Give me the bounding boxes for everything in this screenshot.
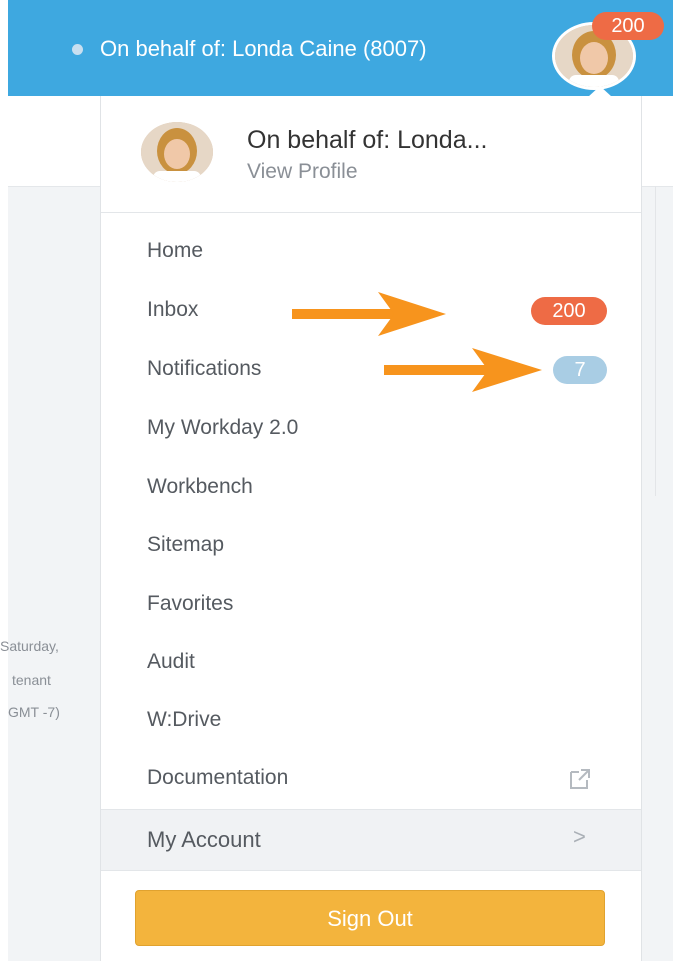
- background-text-line3: GMT -7): [8, 704, 60, 720]
- view-profile-link[interactable]: View Profile: [247, 160, 358, 184]
- my-account-label: My Account: [147, 827, 261, 852]
- on-behalf-label[interactable]: On behalf of: Londa Caine (8007): [100, 36, 427, 62]
- account-dropdown-menu: On behalf of: Londa... View Profile Home…: [100, 96, 642, 961]
- menu-item-label: Notifications: [147, 357, 262, 380]
- menu-item-home[interactable]: Home: [101, 227, 641, 277]
- left-strip: [0, 0, 8, 961]
- background-text-line2: tenant: [12, 672, 51, 688]
- menu-item-label: Documentation: [147, 766, 289, 789]
- profile-name: On behalf of: Londa...: [247, 126, 488, 154]
- chevron-right-icon: >: [573, 824, 586, 849]
- background-text-line1: Saturday,: [0, 638, 59, 654]
- menu-item-label: Workbench: [147, 475, 253, 498]
- menu-item-label: Home: [147, 239, 204, 262]
- menu-item-label: W:Drive: [147, 708, 222, 731]
- menu-item-notifications[interactable]: Notifications 7: [101, 345, 641, 395]
- orange-arrow-notifications-icon: [384, 348, 542, 392]
- menu-item-label: Favorites: [147, 592, 234, 615]
- menu-item-audit[interactable]: Audit: [101, 638, 641, 688]
- menu-item-my-workday[interactable]: My Workday 2.0: [101, 404, 641, 454]
- header-count-badge[interactable]: 200: [592, 12, 664, 40]
- menu-item-wdrive[interactable]: W:Drive: [101, 696, 641, 746]
- profile-avatar[interactable]: [141, 122, 213, 182]
- notifications-count-badge: 7: [553, 356, 607, 384]
- status-dot-icon: [72, 44, 83, 55]
- menu-item-label: My Workday 2.0: [147, 416, 299, 439]
- my-account-row[interactable]: My Account >: [101, 809, 641, 871]
- inbox-count-badge: 200: [531, 297, 607, 325]
- profile-section[interactable]: On behalf of: Londa... View Profile: [101, 96, 641, 213]
- menu-item-workbench[interactable]: Workbench: [101, 463, 641, 513]
- orange-arrow-inbox-icon: [292, 292, 446, 336]
- menu-item-label: Sitemap: [147, 533, 225, 556]
- profile-avatar-image: [141, 122, 213, 182]
- menu-item-label: Inbox: [147, 298, 199, 321]
- menu-item-sitemap[interactable]: Sitemap: [101, 521, 641, 571]
- menu-item-favorites[interactable]: Favorites: [101, 580, 641, 630]
- sign-out-button[interactable]: Sign Out: [135, 890, 605, 946]
- menu-item-documentation[interactable]: Documentation: [101, 754, 641, 804]
- page-divider: [655, 186, 656, 496]
- menu-item-label: Audit: [147, 650, 195, 673]
- external-link-icon: [570, 769, 590, 789]
